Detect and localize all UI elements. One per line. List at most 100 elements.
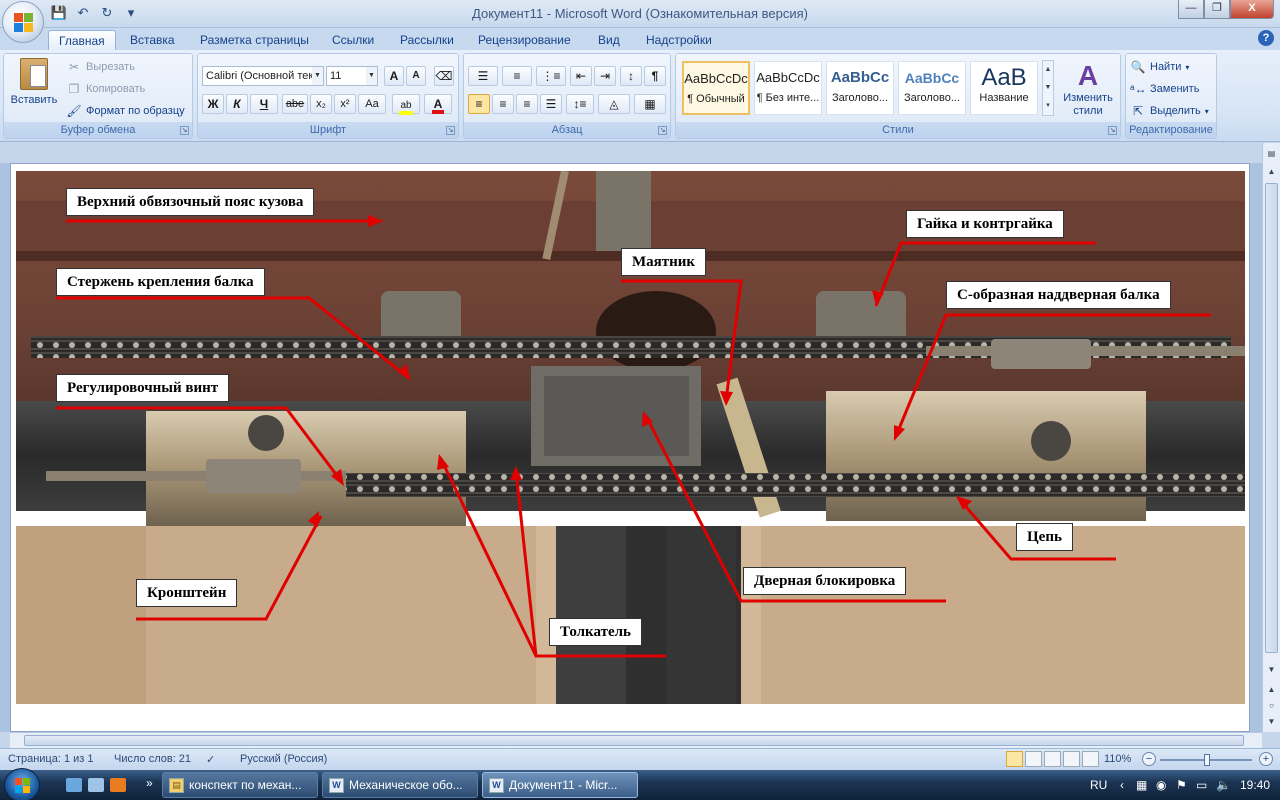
tab-addins[interactable]: Надстройки — [636, 30, 722, 50]
multilevel-list-button[interactable]: ⋮≡ — [536, 66, 566, 86]
highlight-button[interactable]: ab — [392, 94, 420, 115]
bullets-button[interactable]: ☰ — [468, 66, 498, 86]
full-screen-reading-icon[interactable] — [1025, 751, 1042, 767]
align-right-button[interactable]: ≡ — [516, 94, 538, 114]
tab-home[interactable]: Главная — [48, 30, 116, 50]
font-name-combo[interactable]: Calibri (Основной текст) ▼ — [202, 66, 324, 86]
taskbar-item-konspekt[interactable]: ▤ конспект по механ... — [162, 772, 318, 798]
clear-format-button[interactable]: ⌫ — [434, 66, 454, 86]
scroll-up-arrow[interactable]: ▲ — [1265, 165, 1278, 179]
taskbar-item-mechanical[interactable]: W Механическое обо... — [322, 772, 478, 798]
quicklaunch-more-icon[interactable]: » — [146, 776, 153, 790]
shrink-font-button[interactable]: A — [406, 66, 426, 86]
copy-button[interactable]: ❐ Копировать — [66, 81, 146, 97]
font-launcher[interactable]: ↘ — [446, 126, 455, 135]
underline-button[interactable]: Ч — [250, 94, 278, 114]
tab-insert[interactable]: Вставка — [120, 30, 185, 50]
ruler-toggle-icon[interactable]: ▤ — [1265, 147, 1278, 161]
styles-launcher[interactable]: ↘ — [1108, 126, 1117, 135]
borders-button[interactable]: ▦ — [634, 94, 666, 114]
shading-button[interactable]: ◬ — [598, 94, 630, 114]
subscript-button[interactable]: x₂ — [310, 94, 332, 114]
tab-mailings[interactable]: Рассылки — [390, 30, 464, 50]
next-page-icon[interactable]: ▼ — [1265, 715, 1278, 729]
line-spacing-button[interactable]: ↕≡ — [566, 94, 594, 114]
style-normal[interactable]: AaBbCcDc ¶ Обычный — [682, 61, 750, 115]
change-styles-button[interactable]: A Изменить стили — [1058, 60, 1118, 118]
tab-review[interactable]: Рецензирование — [468, 30, 581, 50]
increase-indent-button[interactable]: ⇥ — [594, 66, 616, 86]
style-heading-1[interactable]: AaBbCc Заголово... — [826, 61, 894, 115]
style-no-spacing[interactable]: AaBbCcDc ¶ Без инте... — [754, 61, 822, 115]
style-sample: AaBbCc — [904, 70, 960, 86]
paste-button[interactable]: Вставить — [8, 58, 60, 106]
zoom-out-icon[interactable]: − — [1142, 752, 1156, 766]
replace-button[interactable]: ᵃ↔ Заменить — [1130, 81, 1199, 97]
browse-object-icon[interactable]: ○ — [1265, 699, 1278, 713]
tab-view[interactable]: Вид — [588, 30, 630, 50]
style-title[interactable]: AaB Название — [970, 61, 1038, 115]
change-case-button[interactable]: Aa — [358, 94, 386, 114]
horizontal-scrollbar[interactable] — [10, 732, 1262, 748]
decrease-indent-button[interactable]: ⇤ — [570, 66, 592, 86]
format-painter-button[interactable]: 🖌 Формат по образцу — [66, 103, 184, 119]
help-icon[interactable]: ? — [1258, 30, 1274, 46]
styles-scroll[interactable]: ▲ ▼ ▾ — [1042, 60, 1054, 116]
font-color-button[interactable]: A — [424, 94, 452, 114]
tray-expand-icon[interactable]: ‹ — [1120, 778, 1124, 792]
font-size-combo[interactable]: 11 ▼ — [326, 66, 378, 86]
show-desktop-icon[interactable] — [66, 778, 82, 792]
vertical-scroll-thumb[interactable] — [1265, 183, 1278, 653]
show-marks-button[interactable]: ¶ — [644, 66, 666, 86]
taskbar-item-document11[interactable]: W Документ11 - Micr... — [482, 772, 638, 798]
zoom-in-icon[interactable]: + — [1259, 752, 1273, 766]
monitor-icon[interactable]: ▭ — [1196, 778, 1207, 792]
document-figure[interactable]: Верхний обвязочный пояс кузова Гайка и к… — [16, 171, 1245, 704]
network-icon[interactable]: ▦ — [1136, 778, 1147, 792]
justify-button[interactable]: ☰ — [540, 94, 562, 114]
zoom-slider-thumb[interactable] — [1204, 754, 1210, 766]
clock[interactable]: 19:40 — [1240, 778, 1270, 792]
start-button[interactable] — [4, 768, 40, 800]
prev-page-icon[interactable]: ▲ — [1265, 683, 1278, 697]
numbering-button[interactable]: ≡ — [502, 66, 532, 86]
vertical-scrollbar[interactable]: ▤ ▲ ▼ ▲ ○ ▼ — [1262, 143, 1280, 732]
grow-font-button[interactable]: A — [384, 66, 404, 86]
horizontal-scroll-thumb[interactable] — [24, 735, 1244, 746]
tab-references[interactable]: Ссылки — [322, 30, 384, 50]
strikethrough-button[interactable]: abe — [282, 94, 308, 114]
media-player-icon[interactable] — [110, 778, 126, 792]
print-layout-icon[interactable] — [1006, 751, 1023, 767]
office-button[interactable] — [2, 1, 44, 43]
flag-icon[interactable]: ⚑ — [1176, 778, 1187, 792]
sort-button[interactable]: ↕ — [620, 66, 642, 86]
language-tray[interactable]: RU — [1090, 778, 1107, 792]
cut-button[interactable]: ✂ Вырезать — [66, 59, 135, 75]
minimize-button[interactable]: — — [1178, 0, 1204, 19]
select-button[interactable]: ⇱ Выделить ▾ — [1130, 103, 1209, 119]
draft-icon[interactable] — [1082, 751, 1099, 767]
switch-windows-icon[interactable] — [88, 778, 104, 792]
word-count[interactable]: Число слов: 21 — [114, 753, 191, 765]
volume-icon[interactable]: 🔈 — [1216, 778, 1231, 792]
tab-page-layout[interactable]: Разметка страницы — [190, 30, 319, 50]
align-left-button[interactable]: ≡ — [468, 94, 490, 114]
proofing-icon[interactable]: ✓ — [206, 753, 215, 766]
close-button[interactable]: X — [1230, 0, 1274, 19]
language-indicator[interactable]: Русский (Россия) — [240, 753, 327, 765]
web-layout-icon[interactable] — [1044, 751, 1061, 767]
page-count[interactable]: Страница: 1 из 1 — [8, 753, 94, 765]
outline-icon[interactable] — [1063, 751, 1080, 767]
italic-button[interactable]: К — [226, 94, 248, 114]
style-heading-2[interactable]: AaBbCc Заголово... — [898, 61, 966, 115]
find-button[interactable]: 🔍 Найти ▾ — [1130, 59, 1190, 75]
paragraph-launcher[interactable]: ↘ — [658, 126, 667, 135]
clipboard-launcher[interactable]: ↘ — [180, 126, 189, 135]
zoom-level[interactable]: 110% — [1104, 753, 1131, 765]
antivirus-icon[interactable]: ◉ — [1156, 778, 1166, 792]
align-center-button[interactable]: ≡ — [492, 94, 514, 114]
maximize-button[interactable]: ❐ — [1204, 0, 1230, 19]
bold-button[interactable]: Ж — [202, 94, 224, 114]
scroll-down-arrow[interactable]: ▼ — [1265, 663, 1278, 677]
superscript-button[interactable]: x² — [334, 94, 356, 114]
